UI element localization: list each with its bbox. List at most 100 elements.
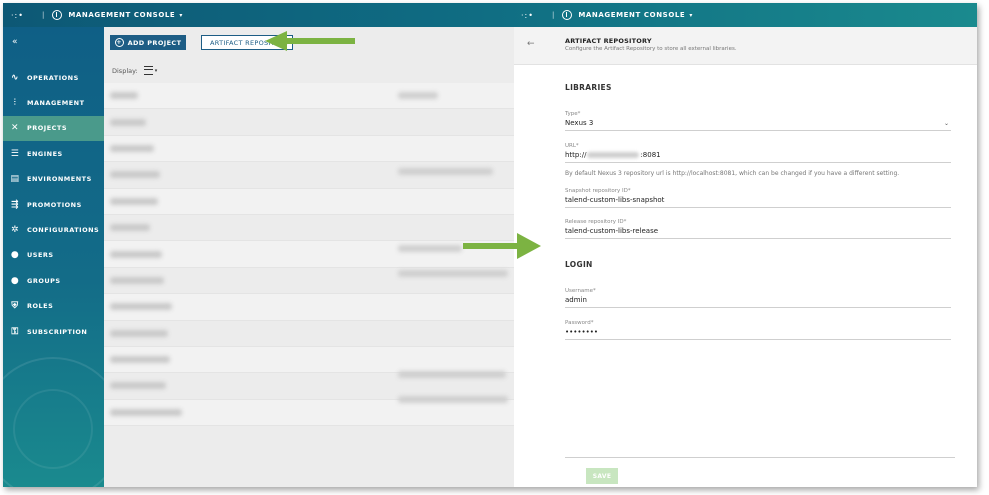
password-field[interactable]: Password* •••••••• <box>565 320 951 340</box>
collapse-sidebar-icon[interactable]: « <box>12 37 18 47</box>
blurred-cell <box>398 396 508 403</box>
table-row[interactable] <box>104 83 514 110</box>
blurred-cell <box>110 118 146 126</box>
add-project-button[interactable]: + ADD PROJECT <box>110 35 186 50</box>
sidebar-item-label: PROMOTIONS <box>27 200 82 209</box>
sidebar-item-label: ENVIRONMENTS <box>27 175 92 184</box>
display-label: Display: <box>112 66 138 75</box>
left-app-header: ·:• | MANAGEMENT CONSOLE ▾ <box>11 3 182 27</box>
projects-table <box>104 83 514 427</box>
table-row[interactable] <box>104 135 514 163</box>
sidebar-item-users[interactable]: ● USERS <box>3 243 104 268</box>
sidebar-item-label: OPERATIONS <box>27 73 79 82</box>
user-icon: ● <box>10 250 20 261</box>
sidebar-item-label: PROJECTS <box>27 124 68 133</box>
shield-icon: ⛨ <box>11 301 19 312</box>
panel-header: ← ARTIFACT REPOSITORY Configure the Arti… <box>514 27 977 65</box>
blurred-host <box>587 152 640 158</box>
key-icon: ⚿ <box>11 326 19 337</box>
blurred-cell <box>110 250 162 258</box>
snapshot-field[interactable]: Snapshot repository ID* talend-custom-li… <box>565 188 951 208</box>
sidebar-item-label: ROLES <box>27 302 54 311</box>
sidebar-item-groups[interactable]: ● GROUPS <box>3 268 104 293</box>
arrow-head <box>517 233 541 259</box>
table-row[interactable] <box>104 162 514 189</box>
header-separator: | <box>41 11 45 19</box>
table-row[interactable] <box>104 109 514 136</box>
table-row[interactable] <box>104 346 514 374</box>
app-window: ·:• | MANAGEMENT CONSOLE ▾ ·:• | MANAGEM… <box>3 3 977 487</box>
table-row[interactable] <box>104 294 514 321</box>
url-field[interactable]: URL* http://:8081 <box>565 143 951 163</box>
username-input[interactable]: admin <box>565 294 951 308</box>
header-separator: | <box>551 11 555 19</box>
console-icon <box>52 10 63 20</box>
url-hint: By default Nexus 3 repository url is htt… <box>565 170 900 177</box>
sidebar-nav: ∿ OPERATIONS ⫶ MANAGEMENT ✕ PROJECTS ☰ ENGIN… <box>3 65 104 344</box>
sidebar-item-promotions[interactable]: ⇶ PROMOTIONS <box>3 192 104 217</box>
console-title-right[interactable]: MANAGEMENT CONSOLE <box>578 11 685 19</box>
blurred-cell <box>110 382 166 390</box>
sidebar-item-subscription[interactable]: ⚿ SUBSCRIPTION <box>3 319 104 344</box>
chevron-down-icon: ▾ <box>154 67 158 74</box>
snapshot-input[interactable]: talend-custom-libs-snapshot <box>565 194 951 208</box>
server-icon: ☰ <box>10 148 20 159</box>
sidebar-item-operations[interactable]: ∿ OPERATIONS <box>3 65 104 90</box>
chevron-down-icon[interactable]: ▾ <box>689 12 692 19</box>
arrow-head <box>265 31 287 51</box>
display-toggle[interactable]: Display: ▾ <box>112 66 157 75</box>
blurred-cell <box>110 197 158 205</box>
sidebar-item-label: GROUPS <box>27 276 61 285</box>
document-icon: ▤ <box>10 174 20 185</box>
table-row[interactable] <box>104 396 514 427</box>
arrow-shaft <box>285 38 355 44</box>
top-bar: ·:• | MANAGEMENT CONSOLE ▾ ·:• | MANAGEM… <box>3 3 977 27</box>
release-field[interactable]: Release repository ID* talend-custom-lib… <box>565 219 951 239</box>
chevron-down-icon: ⌄ <box>943 120 949 127</box>
table-row[interactable] <box>104 241 514 268</box>
panel-subtitle: Configure the Artifact Repository to sto… <box>565 46 737 52</box>
password-input[interactable]: •••••••• <box>565 326 951 340</box>
table-row[interactable] <box>104 321 514 347</box>
type-select[interactable]: Nexus 3 ⌄ <box>565 117 951 131</box>
sidebar-item-engines[interactable]: ☰ ENGINES <box>3 141 104 166</box>
annotation-arrow-right-icon <box>463 233 541 259</box>
blurred-cell <box>110 171 160 179</box>
back-arrow-icon[interactable]: ← <box>527 39 535 49</box>
chevron-down-icon[interactable]: ▾ <box>179 12 182 19</box>
console-title-left[interactable]: MANAGEMENT CONSOLE <box>68 11 175 19</box>
blurred-cell <box>110 356 170 364</box>
libraries-section-title: LIBRARIES <box>565 83 612 92</box>
url-input[interactable]: http://:8081 <box>565 149 951 163</box>
group-icon: ● <box>10 275 20 286</box>
blurred-cell <box>398 168 493 175</box>
arrow-shaft <box>463 243 519 249</box>
blurred-cell <box>110 303 172 311</box>
projects-content: + ADD PROJECT ARTIFACT REPOSITORY Displa… <box>104 27 514 487</box>
footer-divider <box>565 457 955 458</box>
username-field[interactable]: Username* admin <box>565 288 951 308</box>
sidebar-item-label: SUBSCRIPTION <box>27 327 88 336</box>
sidebar-item-projects[interactable]: ✕ PROJECTS <box>3 115 104 142</box>
tools-icon: ✕ <box>10 123 20 134</box>
blurred-cell <box>110 224 150 232</box>
logo-icon: ·:• <box>11 10 24 20</box>
add-project-label: ADD PROJECT <box>127 38 182 47</box>
table-row[interactable] <box>104 268 514 295</box>
sidebar-item-configurations[interactable]: ✲ CONFIGURATIONS <box>3 217 104 242</box>
table-row[interactable] <box>104 215 514 242</box>
sidebar-item-management[interactable]: ⫶ MANAGEMENT <box>3 90 104 115</box>
table-row[interactable] <box>104 188 514 215</box>
blurred-cell <box>110 144 154 152</box>
login-section-title: LOGIN <box>565 260 593 269</box>
release-input[interactable]: talend-custom-libs-release <box>565 225 951 239</box>
blurred-cell <box>398 270 508 277</box>
sidebar-item-roles[interactable]: ⛨ ROLES <box>3 294 104 319</box>
blurred-cell <box>110 408 182 416</box>
save-button[interactable]: SAVE <box>586 468 618 484</box>
sidebar-item-environments[interactable]: ▤ ENVIRONMENTS <box>3 167 104 192</box>
plus-icon: + <box>114 38 124 47</box>
annotation-arrow-left-icon <box>265 31 355 51</box>
panel-title: ARTIFACT REPOSITORY <box>565 37 652 45</box>
type-field[interactable]: Type* Nexus 3 ⌄ <box>565 111 951 131</box>
